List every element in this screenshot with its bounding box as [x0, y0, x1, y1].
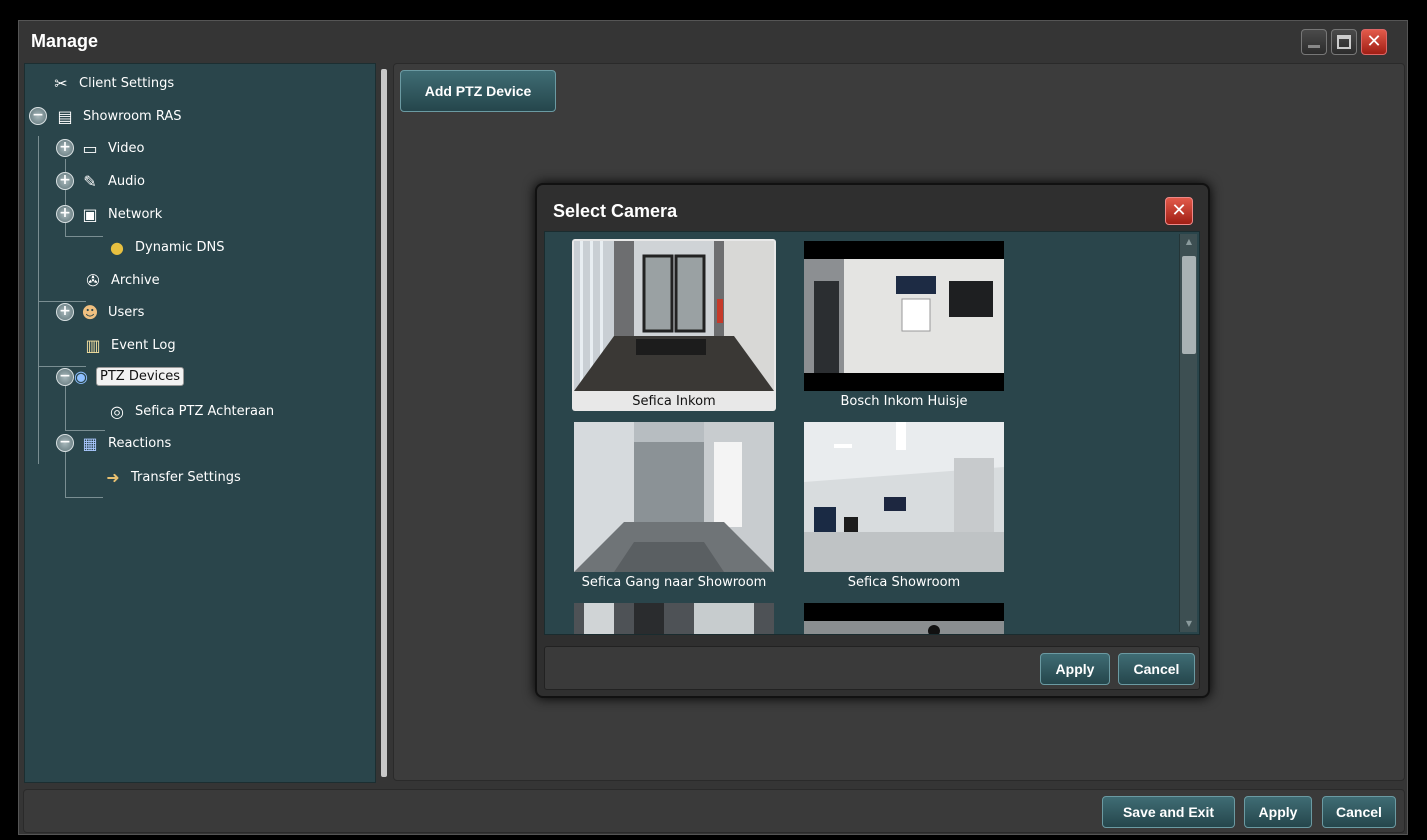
add-ptz-device-button[interactable]: Add PTZ Device [400, 70, 556, 112]
document-icon: ▥ [85, 335, 101, 355]
tree-item-audio[interactable]: ✎ Audio [78, 170, 148, 192]
tree-line [65, 159, 66, 236]
scrollbar-thumb[interactable] [1182, 256, 1196, 354]
apply-button[interactable]: Apply [1244, 796, 1312, 828]
camera-name: Sefica Inkom [632, 394, 716, 409]
tools-icon: ✂ [54, 73, 68, 93]
monitor-icon: ▭ [82, 138, 98, 158]
minimize-button[interactable] [1301, 29, 1327, 55]
tree-item-event-log[interactable]: ▥ Event Log [81, 334, 179, 356]
tree-item-client-settings[interactable]: ✂ Client Settings [49, 72, 177, 94]
ptz-camera-icon: ◉ [74, 366, 88, 386]
camera-thumbnail [804, 603, 1004, 634]
camera-grid-scrollbar[interactable]: ▲ ▼ [1179, 234, 1197, 632]
camera-thumbnail [574, 603, 774, 634]
cancel-button[interactable]: Cancel [1322, 796, 1396, 828]
collapse-reactions[interactable]: − [56, 434, 74, 452]
tree-item-users[interactable]: ☻ Users [78, 301, 147, 323]
settings-tree: ✂ Client Settings − ▤ Showroom RAS + ▭ V… [24, 63, 376, 783]
user-icon: ☻ [81, 302, 99, 322]
dialog-footer: Apply Cancel [544, 646, 1200, 690]
camera-tile-sefica-inkom[interactable]: Sefica Inkom [572, 239, 776, 411]
tree-line [65, 430, 105, 431]
window-title: Manage [31, 31, 99, 51]
transfer-icon: ➜ [106, 467, 120, 487]
camera-tile-bosch-inkom-huisje[interactable]: Bosch Inkom Huisje [802, 239, 1006, 411]
camera-tile[interactable] [802, 601, 1006, 634]
camera-name: Bosch Inkom Huisje [840, 394, 968, 409]
camera-tile-sefica-gang-naar-showroom[interactable]: Sefica Gang naar Showroom [572, 420, 776, 592]
tree-line [65, 236, 103, 237]
camera-name: Sefica Showroom [847, 575, 961, 590]
camera-grid: Sefica Inkom Bosch Inkom Huisje Sefica G… [544, 231, 1200, 635]
globe-icon: ● [110, 237, 124, 257]
camera-thumbnail [574, 422, 774, 572]
tree-item-archive[interactable]: ✇ Archive [81, 269, 163, 291]
camera-tile[interactable] [572, 601, 776, 634]
dialog-title: Select Camera [553, 201, 678, 221]
camera-tile-sefica-showroom[interactable]: Sefica Showroom [802, 420, 1006, 592]
close-dialog-button[interactable]: ✕ [1165, 197, 1193, 225]
tree-line [38, 136, 39, 464]
tree-item-ptz-devices[interactable]: ◉ PTZ Devices [69, 365, 185, 387]
film-reel-icon: ✇ [86, 270, 100, 290]
footer-bar: Save and Exit Apply Cancel [23, 789, 1405, 833]
webcam-icon: ◎ [110, 401, 124, 421]
camera-name: Sefica Gang naar Showroom [581, 575, 767, 590]
tree-item-transfer-settings[interactable]: ➜ Transfer Settings [101, 466, 244, 488]
panel-splitter[interactable] [381, 69, 387, 777]
save-and-exit-button[interactable]: Save and Exit [1102, 796, 1235, 828]
microphone-icon: ✎ [83, 171, 97, 191]
tree-line [65, 449, 66, 497]
dialog-cancel-button[interactable]: Cancel [1118, 653, 1195, 685]
tree-item-dynamic-dns[interactable]: ● Dynamic DNS [105, 236, 227, 258]
select-camera-dialog: Select Camera ✕ Sefica Inkom Bosch Inkom… [535, 183, 1210, 698]
expand-audio[interactable]: + [56, 172, 74, 190]
dialog-apply-button[interactable]: Apply [1040, 653, 1110, 685]
scroll-up-icon[interactable]: ▲ [1182, 235, 1196, 249]
tree-line [65, 497, 103, 498]
expand-network[interactable]: + [56, 205, 74, 223]
tree-item-sefica-ptz-achteraan[interactable]: ◎ Sefica PTZ Achteraan [105, 400, 277, 422]
tree-item-reactions[interactable]: ▦ Reactions [78, 432, 174, 454]
expand-users[interactable]: + [56, 303, 74, 321]
server-icon: ▤ [57, 106, 73, 126]
tree-line [65, 384, 66, 430]
camera-thumbnail [574, 241, 774, 391]
tree-item-network[interactable]: ▣ Network [78, 203, 165, 225]
close-window-button[interactable]: ✕ [1361, 29, 1387, 55]
network-icon: ▣ [82, 204, 98, 224]
scroll-down-icon[interactable]: ▼ [1182, 617, 1196, 631]
tree-item-showroom-ras[interactable]: ▤ Showroom RAS [53, 105, 185, 127]
expand-video[interactable]: + [56, 139, 74, 157]
calendar-clock-icon: ▦ [82, 433, 98, 453]
tree-item-video[interactable]: ▭ Video [78, 137, 147, 159]
maximize-button[interactable] [1331, 29, 1357, 55]
collapse-showroom-ras[interactable]: − [29, 107, 47, 125]
camera-thumbnail [804, 422, 1004, 572]
camera-thumbnail [804, 241, 1004, 391]
